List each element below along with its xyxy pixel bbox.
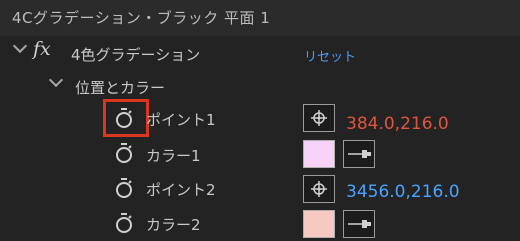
point1-value[interactable]: 384.0,216.0	[346, 114, 449, 134]
color2-swatch[interactable]	[303, 210, 335, 238]
stopwatch-icon[interactable]	[114, 142, 134, 164]
point2-y-value[interactable]: 216.0	[411, 182, 460, 202]
effect-name: 4色グラデーション	[71, 46, 201, 64]
property-label-color1: カラー1	[146, 147, 201, 165]
point2-value[interactable]: 3456.0,216.0	[346, 182, 460, 202]
stopwatch-highlight-box	[103, 99, 149, 137]
property-label-color2: カラー2	[146, 216, 201, 234]
crosshair-icon	[311, 110, 327, 126]
effect-chevron-down-icon[interactable]	[12, 38, 28, 54]
group-name: 位置とカラー	[75, 79, 166, 97]
crosshair-icon	[311, 181, 327, 197]
fx-icon[interactable]: fx	[33, 38, 51, 60]
panel-header: 4Cグラデーション・ブラック 平面 1	[0, 0, 520, 36]
stopwatch-icon[interactable]	[114, 177, 134, 199]
color1-swatch[interactable]	[303, 140, 335, 168]
eyedropper-icon	[348, 150, 371, 158]
property-label-point1: ポイント1	[146, 111, 216, 129]
color1-eyedropper-button[interactable]	[343, 140, 375, 168]
group-chevron-down-icon[interactable]	[48, 72, 64, 88]
point1-y-value[interactable]: 216.0	[400, 114, 449, 134]
point1-crosshair-button[interactable]	[303, 104, 335, 132]
point2-crosshair-button[interactable]	[303, 175, 335, 203]
property-label-point2: ポイント2	[146, 181, 216, 199]
color2-eyedropper-button[interactable]	[343, 210, 375, 238]
point2-x-value[interactable]: 3456.0	[346, 182, 405, 202]
stopwatch-icon[interactable]	[114, 212, 134, 234]
reset-link[interactable]: リセット	[304, 46, 356, 65]
point1-x-value[interactable]: 384.0	[346, 114, 395, 134]
panel-title: 4Cグラデーション・ブラック 平面 1	[12, 9, 271, 27]
eyedropper-icon	[348, 220, 371, 228]
